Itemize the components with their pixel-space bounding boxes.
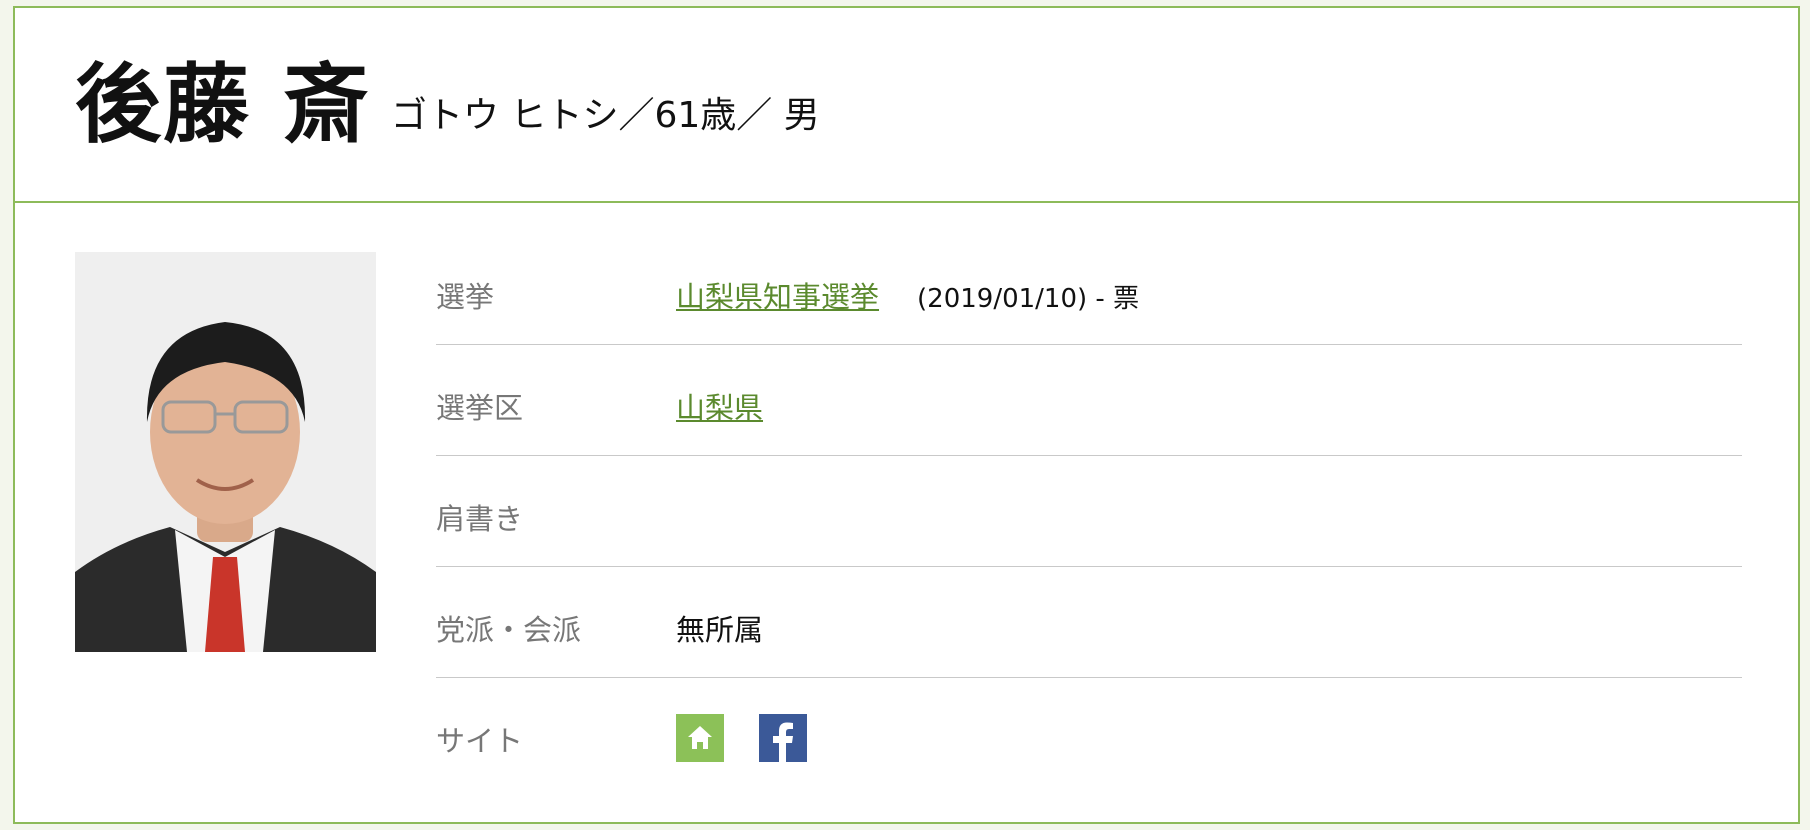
candidate-header: 後藤 斎 ゴトウ ヒトシ／61歳／ 男 [15,8,1798,203]
detail-row-party: 党派・会派 無所属 [436,567,1742,678]
election-link[interactable]: 山梨県知事選挙 [676,280,879,314]
candidate-card: 後藤 斎 ゴトウ ヒトシ／61歳／ 男 選挙 山梨県知事選挙 (2019/01/… [13,6,1800,824]
party-value: 無所属 [676,613,764,647]
site-label: サイト [436,724,524,758]
candidate-photo [75,252,376,652]
candidate-name: 後藤 斎 [75,55,371,155]
detail-row-site: サイト [436,678,1742,789]
district-link[interactable]: 山梨県 [676,391,763,425]
detail-row-title: 肩書き [436,456,1742,567]
site-links [676,714,833,766]
title-label: 肩書き [436,502,524,536]
candidate-kana-age-gender: ゴトウ ヒトシ／61歳／ 男 [391,95,820,136]
district-value: 山梨県 [676,385,763,427]
election-value: 山梨県知事選挙 (2019/01/10) - 票 [676,274,1139,316]
detail-row-election: 選挙 山梨県知事選挙 (2019/01/10) - 票 [436,234,1742,345]
home-icon[interactable] [676,714,724,762]
election-meta: (2019/01/10) - 票 [917,284,1140,314]
details-list: 選挙 山梨県知事選挙 (2019/01/10) - 票 選挙区 山梨県 肩書き 党… [436,234,1742,789]
party-label: 党派・会派 [436,613,582,647]
district-label: 選挙区 [436,391,524,425]
facebook-icon[interactable] [759,714,808,762]
election-label: 選挙 [436,280,495,314]
detail-row-district: 選挙区 山梨県 [436,345,1742,456]
